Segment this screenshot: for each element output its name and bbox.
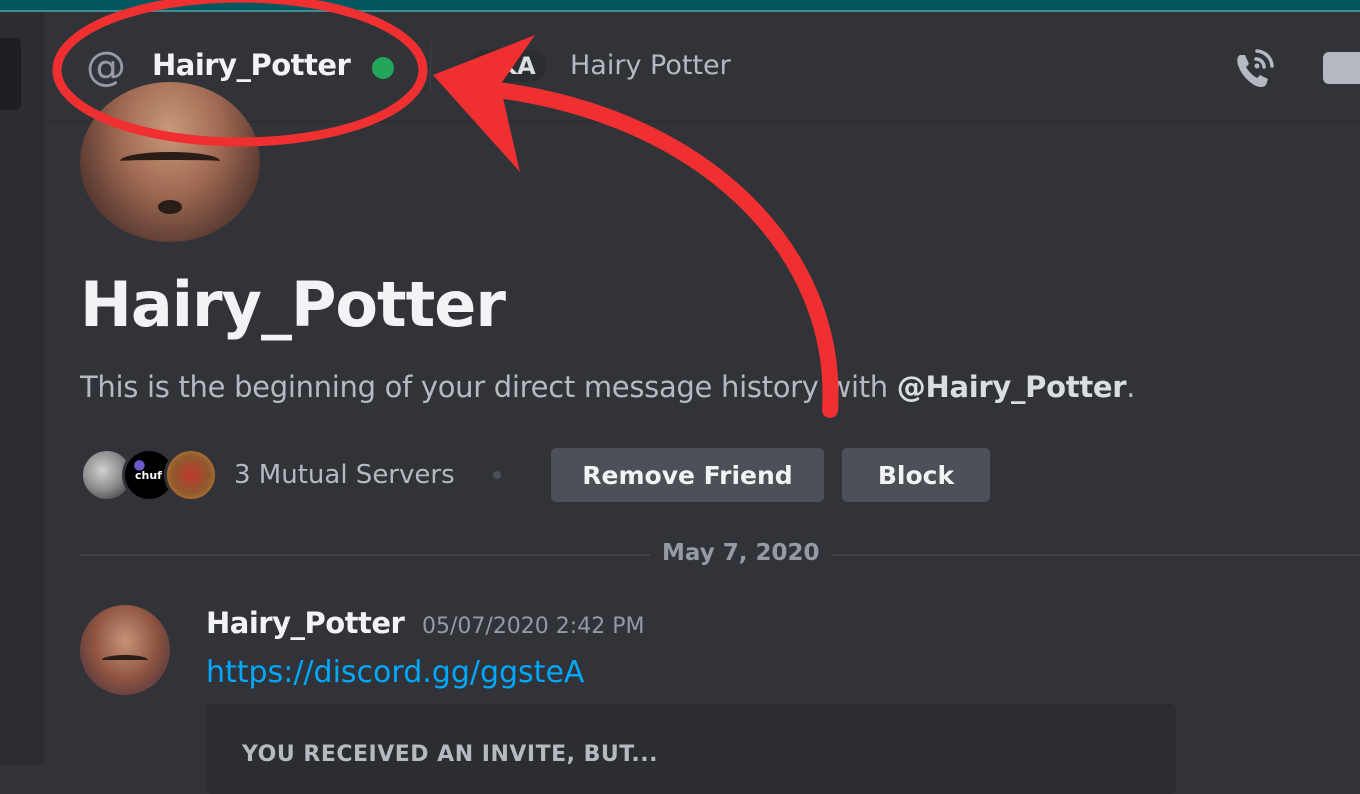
server-icon-label: chuf [135, 469, 162, 482]
mutual-server-icon[interactable] [164, 448, 218, 502]
mutual-servers-label[interactable]: 3 Mutual Servers [234, 460, 455, 490]
dm-sidebar-edge [0, 12, 44, 765]
header-dm-name[interactable]: Hairy_Potter [152, 48, 351, 82]
window-titlebar [0, 0, 1360, 12]
message-timestamp: 05/07/2020 2:42 PM [422, 614, 645, 639]
avatar-face-detail [102, 655, 148, 665]
date-divider-label: May 7, 2020 [650, 540, 832, 566]
find-conversation-search[interactable] [0, 38, 21, 110]
intro-prefix: This is the beginning of your direct mes… [80, 370, 897, 404]
avatar-face-detail [120, 152, 220, 170]
aka-badge: AKA [470, 50, 546, 82]
message-author[interactable]: Hairy_Potter [206, 606, 405, 640]
aka-name: Hairy Potter [570, 50, 731, 81]
invite-link[interactable]: https://discord.gg/ggsteA [206, 655, 584, 690]
remove-friend-button[interactable]: Remove Friend [551, 448, 824, 502]
block-button[interactable]: Block [842, 448, 990, 502]
annotation-arrow-shaft [472, 80, 839, 418]
online-status-icon [372, 57, 394, 79]
intro-suffix: . [1126, 370, 1136, 404]
at-icon: @ [86, 44, 126, 90]
header-divider [430, 42, 431, 92]
avatar-face-detail [158, 200, 182, 214]
intro-mention[interactable]: @Hairy_Potter [897, 370, 1127, 404]
separator-dot [492, 471, 501, 479]
message-avatar[interactable] [80, 605, 170, 695]
profile-name: Hairy_Potter [80, 268, 506, 341]
voice-call-icon[interactable] [1230, 45, 1278, 93]
invite-embed: YOU RECEIVED AN INVITE, BUT... [206, 704, 1176, 794]
mutual-servers[interactable]: chuf 3 Mutual Servers [80, 448, 501, 502]
video-call-icon[interactable] [1323, 52, 1360, 84]
dm-intro-text: This is the beginning of your direct mes… [80, 370, 1135, 404]
profile-avatar[interactable] [80, 82, 260, 242]
invite-embed-title: YOU RECEIVED AN INVITE, BUT... [242, 742, 659, 767]
